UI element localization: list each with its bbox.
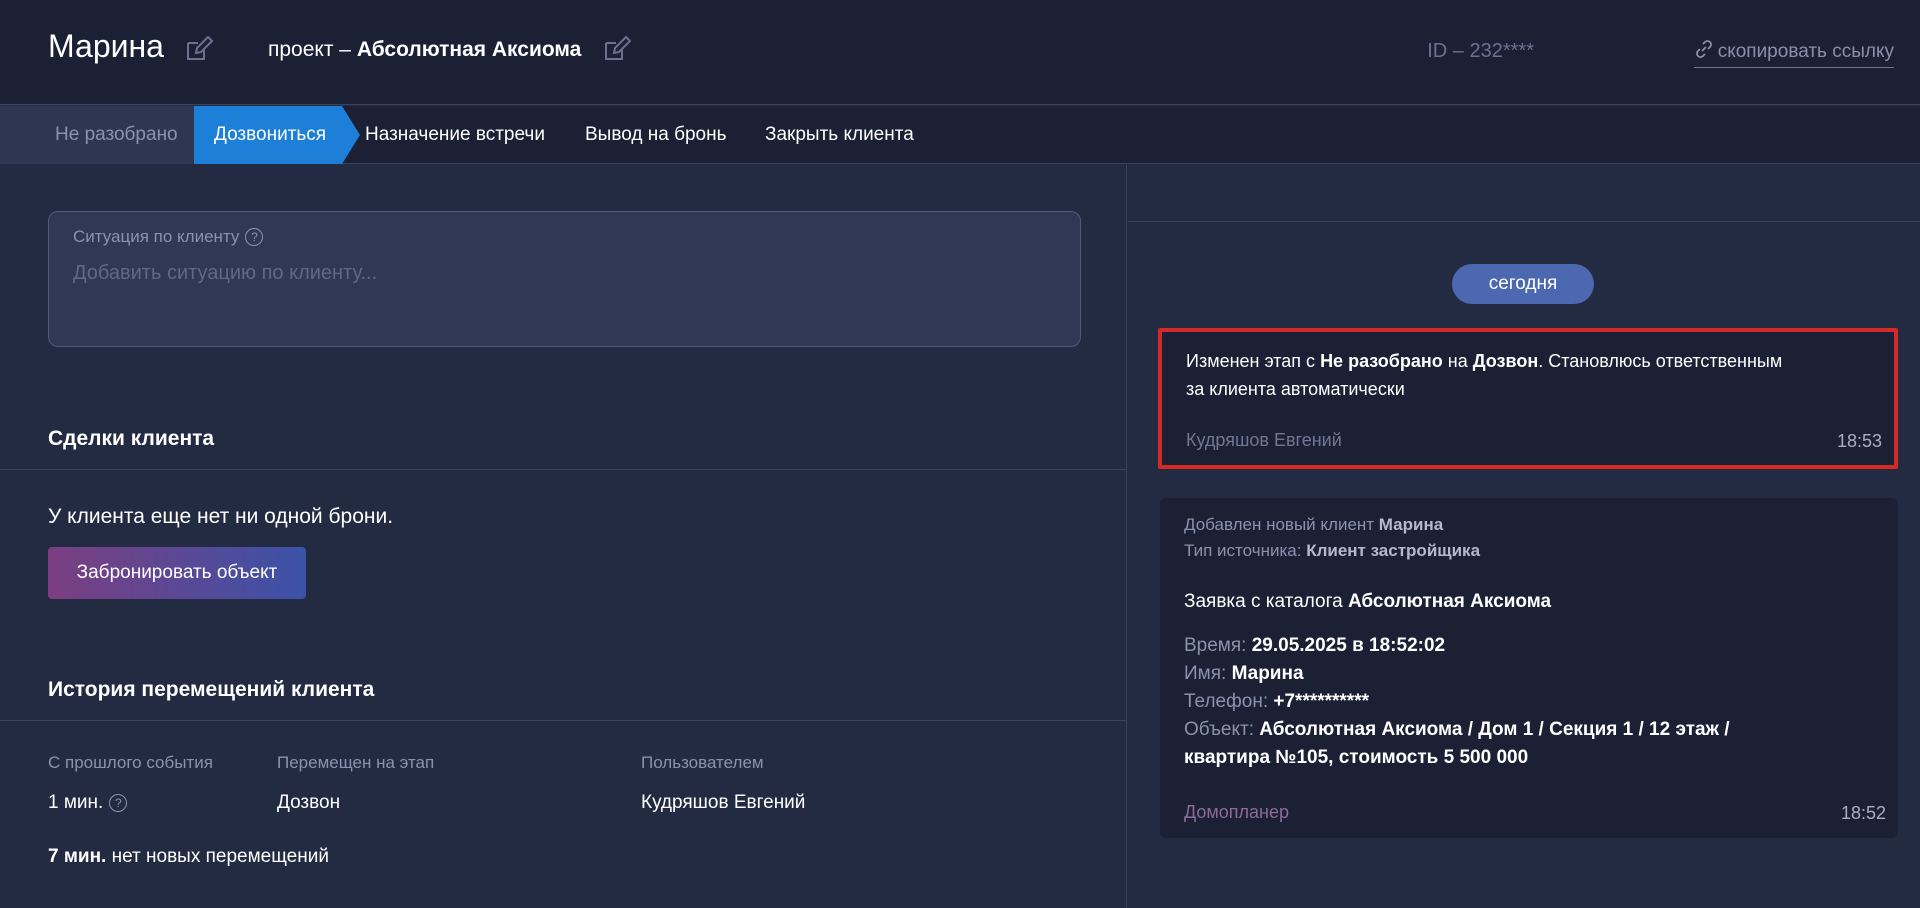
help-icon[interactable]: ? (109, 794, 128, 812)
event-text-part: на (1442, 351, 1473, 371)
detail-value: квартира №105, стоимость 5 500 000 (1184, 747, 1529, 768)
event-text-part: Изменен этап с (1186, 351, 1321, 371)
stage-call-active[interactable]: Дозвониться (194, 106, 360, 164)
detail-value: 29.05.2025 в 18:52:02 (1251, 635, 1446, 656)
event-card-new-client: Добавлен новый клиент Марина Тип источни… (1160, 498, 1898, 838)
client-id: ID – 232**** (1427, 40, 1534, 62)
client-name: Марина (48, 28, 164, 64)
stage-pipeline: Не разобрано Дозвониться Назначение встр… (0, 106, 1920, 164)
event-text-part: . Становлюсь ответственным (1538, 351, 1783, 371)
detail-label: Телефон: (1184, 691, 1274, 712)
deals-empty-text: У клиента еще нет ни одной брони. (48, 505, 394, 528)
history-since-value: 1 мин. (48, 792, 104, 813)
book-object-button[interactable]: Забронировать объект (48, 547, 306, 599)
detail-time: Время: 29.05.2025 в 18:52:02 (1184, 632, 1445, 660)
detail-object: Объект: Абсолютная Аксиома / Дом 1 / Сек… (1184, 716, 1730, 772)
activity-timeline: сегодня Изменен этап с Не разобрано на Д… (1128, 165, 1920, 908)
copy-link-button[interactable]: скопировать ссылку (1693, 39, 1894, 68)
link-icon (1694, 39, 1714, 65)
event-time: 18:53 (1836, 431, 1882, 451)
event-text-part: за клиента автоматически (1186, 379, 1405, 399)
project-title: проект – Абсолютная Аксиома (268, 38, 581, 62)
col-header-user: Пользователем (641, 753, 764, 772)
detail-value: +7********** (1273, 691, 1369, 712)
project-name: Абсолютная Аксиома (356, 38, 582, 61)
help-icon[interactable]: ? (245, 228, 264, 246)
divider (0, 720, 1127, 721)
divider (0, 469, 1127, 470)
event-card-stage-change: Изменен этап с Не разобрано на Дозвон. С… (1158, 328, 1898, 469)
project-prefix: проект – (268, 38, 357, 61)
col-header-since: С прошлого события (48, 753, 213, 772)
history-stage: Дозвон (277, 792, 341, 813)
added-label: Добавлен новый клиент (1184, 515, 1379, 534)
history-user: Кудряшов Евгений (641, 792, 806, 813)
event-text: Изменен этап с Не разобрано на Дозвон. С… (1186, 347, 1782, 403)
event-author: Домопланер (1184, 802, 1290, 822)
copy-link-label: скопировать ссылку (1717, 41, 1894, 62)
detail-label: Имя: (1184, 663, 1232, 684)
request-line: Заявка с каталога Абсолютная Аксиома (1184, 588, 1551, 616)
edit-project-icon[interactable] (600, 33, 632, 65)
request-value: Абсолютная Аксиома (1347, 591, 1552, 612)
history-summary: 7 мин. нет новых перемещений (48, 846, 329, 868)
detail-label: Время: (1184, 635, 1252, 656)
summary-duration: 7 мин. (48, 846, 107, 867)
request-label: Заявка с каталога (1184, 591, 1348, 612)
situation-input[interactable] (73, 262, 1053, 285)
detail-name: Имя: Марина (1184, 660, 1304, 688)
stage-close-client[interactable]: Закрыть клиента (765, 106, 914, 164)
client-header: Марина проект – Абсолютная Аксиома ID – … (0, 0, 1920, 105)
detail-phone: Телефон: +7********** (1184, 688, 1369, 716)
added-name: Марина (1378, 515, 1444, 534)
new-client-info: Добавлен новый клиент Марина Тип источни… (1184, 512, 1480, 564)
detail-label: Объект: (1184, 719, 1260, 740)
edit-name-icon[interactable] (182, 33, 214, 65)
source-value: Клиент застройщика (1306, 541, 1481, 560)
history-since: 1 мин. ? (48, 792, 128, 814)
situation-box[interactable]: Ситуация по клиенту ? (48, 211, 1081, 347)
stage-not-sorted[interactable]: Не разобрано (0, 106, 194, 164)
event-to-stage: Дозвон (1472, 351, 1539, 371)
date-pill: сегодня (1452, 264, 1594, 304)
situation-label-text: Ситуация по клиенту (73, 227, 240, 246)
detail-value: Абсолютная Аксиома / Дом 1 / Секция 1 / … (1259, 719, 1730, 740)
event-author: Кудряшов Евгений (1186, 430, 1342, 450)
history-title: История перемещений клиента (48, 678, 375, 701)
event-time: 18:52 (1840, 803, 1886, 823)
col-header-stage: Перемещен на этап (277, 753, 435, 772)
deals-title: Сделки клиента (48, 427, 215, 450)
detail-value: Марина (1231, 663, 1304, 684)
summary-text: нет новых перемещений (106, 846, 329, 867)
event-from-stage: Не разобрано (1320, 351, 1443, 371)
stage-meeting[interactable]: Назначение встречи (365, 106, 545, 164)
source-label: Тип источника: (1184, 541, 1307, 560)
timeline-toolbar (1128, 165, 1920, 222)
stage-booking[interactable]: Вывод на бронь (585, 106, 726, 164)
situation-label: Ситуация по клиенту ? (73, 227, 264, 247)
client-details-panel: Ситуация по клиенту ? Сделки клиента У к… (0, 165, 1127, 908)
